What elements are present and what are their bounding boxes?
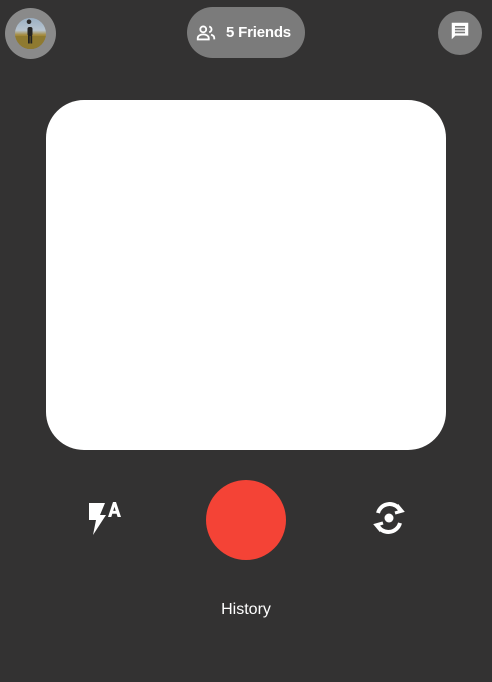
friends-button[interactable]: 5 Friends: [187, 7, 305, 58]
message-icon: [449, 20, 471, 47]
flash-auto-button[interactable]: [80, 497, 126, 543]
avatar-icon: [15, 18, 46, 49]
switch-camera-icon: [370, 499, 408, 542]
top-bar: 5 Friends: [0, 0, 492, 66]
switch-camera-button[interactable]: [366, 497, 412, 543]
people-icon: [195, 22, 217, 44]
camera-viewfinder: [46, 100, 446, 450]
friends-count-label: 5 Friends: [226, 24, 291, 41]
shutter-button[interactable]: [206, 480, 286, 560]
flash-auto-icon: [85, 499, 121, 542]
profile-avatar-button[interactable]: [5, 8, 56, 59]
chat-button[interactable]: [438, 11, 482, 55]
history-link[interactable]: History: [0, 601, 492, 619]
